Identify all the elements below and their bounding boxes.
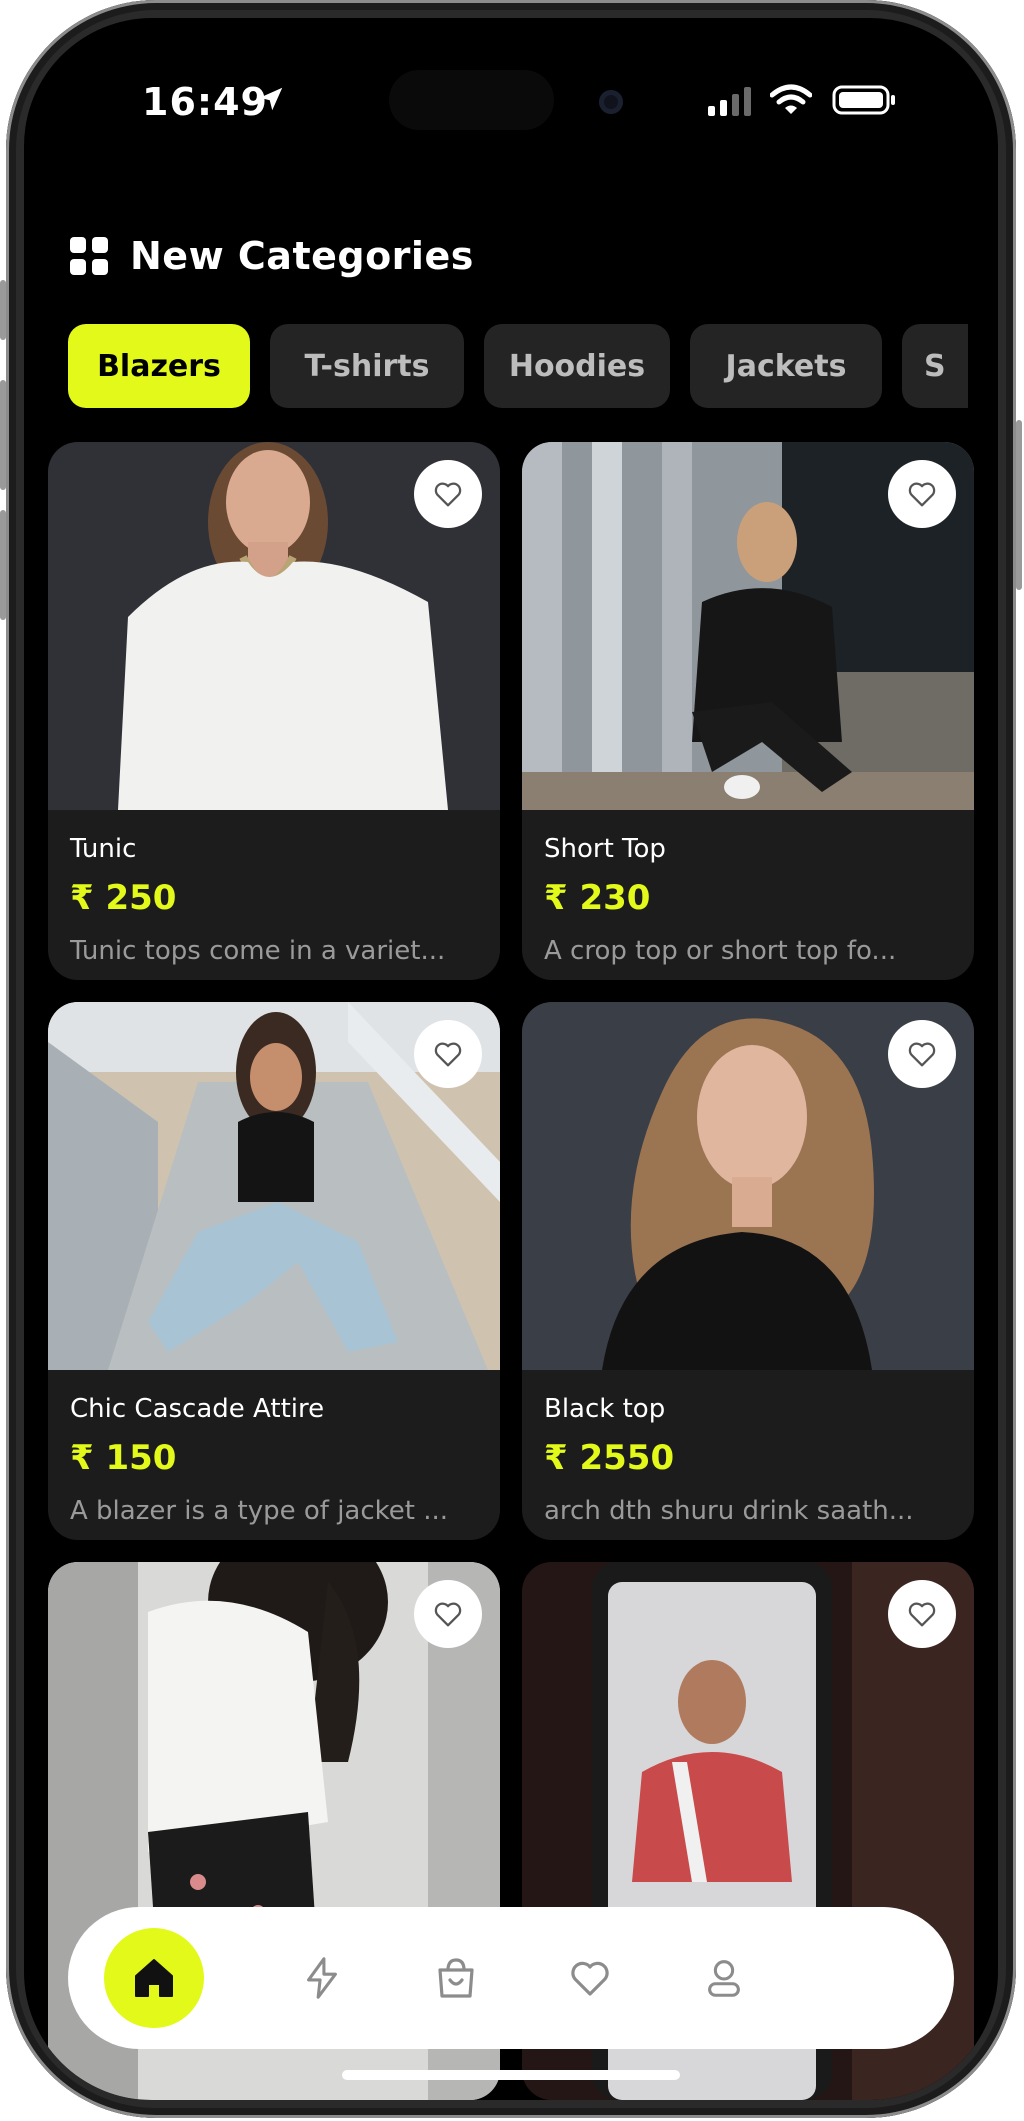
side-button — [0, 280, 6, 340]
product-description: arch dth shuru drink saath... — [544, 1496, 914, 1526]
side-button — [0, 380, 6, 490]
page-title: New Categories — [130, 234, 474, 278]
heart-icon — [908, 1602, 936, 1627]
tab-jackets[interactable]: Jackets — [690, 324, 882, 408]
product-price: ₹ 2550 — [544, 1438, 675, 1478]
product-description: A crop top or short top fo... — [544, 936, 897, 966]
battery-icon — [832, 85, 895, 115]
lightning-icon — [307, 1957, 337, 1999]
nav-home[interactable] — [104, 1928, 204, 2028]
product-name: Black top — [544, 1394, 666, 1424]
heart-icon — [434, 482, 462, 507]
nav-favorites[interactable] — [540, 1928, 640, 2028]
heart-icon — [908, 1042, 936, 1067]
favorite-button[interactable] — [414, 1020, 482, 1088]
favorite-button[interactable] — [888, 1020, 956, 1088]
product-name: Short Top — [544, 834, 666, 864]
grid-icon[interactable] — [70, 237, 108, 275]
app-screen: 16:49 New Categories Blazers T-shirts Ho… — [24, 18, 998, 2100]
tab-blazers[interactable]: Blazers — [68, 324, 250, 408]
product-price: ₹ 250 — [70, 878, 177, 918]
status-bar: 16:49 — [24, 18, 998, 178]
bottom-navigation — [68, 1907, 954, 2049]
category-tabs: Blazers T-shirts Hoodies Jackets S — [68, 324, 968, 412]
tab-hoodies[interactable]: Hoodies — [484, 324, 670, 408]
product-card[interactable]: Short Top ₹ 230 A crop top or short top … — [522, 442, 974, 980]
favorite-button[interactable] — [888, 1580, 956, 1648]
favorite-button[interactable] — [414, 460, 482, 528]
heart-icon — [571, 1961, 609, 1996]
profile-icon — [708, 1960, 740, 1997]
tab-label: T-shirts — [304, 348, 430, 384]
shopping-bag-icon — [438, 1958, 474, 1998]
cellular-signal-icon — [708, 87, 751, 116]
product-name: Tunic — [70, 834, 137, 864]
home-icon — [135, 1959, 173, 1997]
product-name: Chic Cascade Attire — [70, 1394, 325, 1424]
side-button — [1016, 420, 1022, 590]
product-description: Tunic tops come in a variet... — [70, 936, 446, 966]
home-indicator[interactable] — [342, 2070, 680, 2080]
nav-shopping-bag[interactable] — [406, 1928, 506, 2028]
tab-label: Hoodies — [508, 348, 646, 384]
tab-t-shirts[interactable]: T-shirts — [270, 324, 464, 408]
product-price: ₹ 230 — [544, 878, 651, 918]
favorite-button[interactable] — [888, 460, 956, 528]
product-card[interactable]: Chic Cascade Attire ₹ 150 A blazer is a … — [48, 1002, 500, 1540]
product-card[interactable]: Black top ₹ 2550 arch dth shuru drink sa… — [522, 1002, 974, 1540]
location-arrow-icon — [259, 87, 283, 111]
tab-label: Jackets — [725, 348, 847, 384]
nav-trending[interactable] — [272, 1928, 372, 2028]
heart-icon — [434, 1602, 462, 1627]
dynamic-island — [389, 70, 554, 130]
nav-profile[interactable] — [674, 1928, 774, 2028]
heart-icon — [908, 482, 936, 507]
product-card[interactable]: Tunic ₹ 250 Tunic tops come in a variet.… — [48, 442, 500, 980]
tab-label: S — [924, 348, 946, 384]
tab-label: Blazers — [97, 348, 221, 384]
status-time: 16:49 — [142, 80, 268, 124]
heart-icon — [434, 1042, 462, 1067]
product-description: A blazer is a type of jacket ... — [70, 1496, 449, 1526]
camera-icon — [599, 90, 623, 114]
side-button — [0, 510, 6, 620]
tab-partial[interactable]: S — [902, 324, 968, 408]
product-price: ₹ 150 — [70, 1438, 177, 1478]
wifi-icon — [770, 84, 812, 114]
favorite-button[interactable] — [414, 1580, 482, 1648]
page-header: New Categories — [70, 228, 474, 284]
